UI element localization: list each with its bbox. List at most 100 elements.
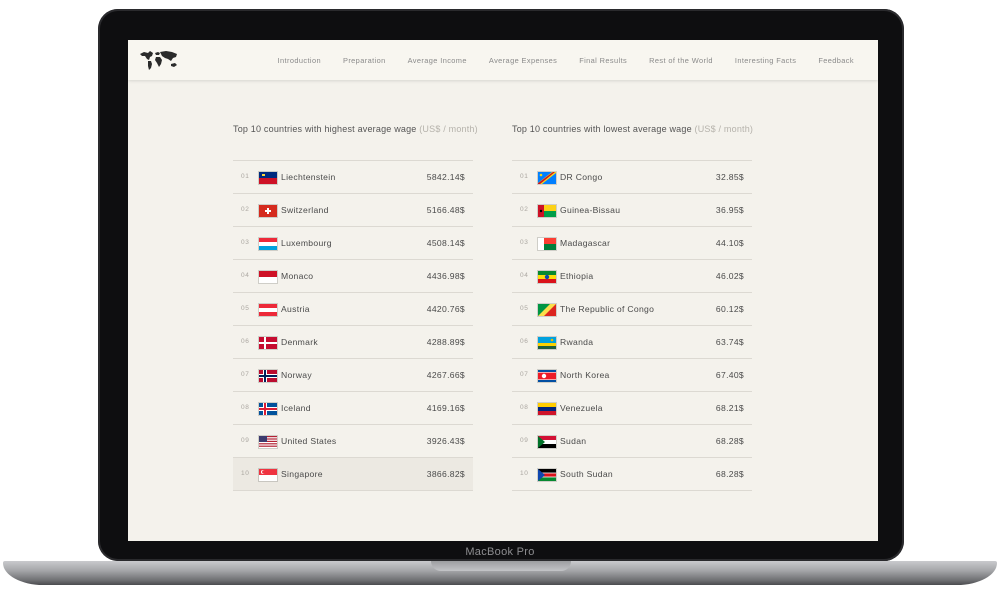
rank: 10 xyxy=(241,470,250,477)
table-row[interactable]: 03 Luxembourg 4508.14$ xyxy=(233,227,473,260)
wage-value: 4420.76$ xyxy=(426,304,465,314)
rank: 04 xyxy=(241,272,250,279)
country-name: Sudan xyxy=(560,436,587,446)
rank: 02 xyxy=(520,206,529,213)
switzerland-flag-icon xyxy=(258,204,278,218)
country-name: Luxembourg xyxy=(281,238,332,248)
nav-average-expenses[interactable]: Average Expenses xyxy=(489,56,557,65)
table-row[interactable]: 08 Iceland 4169.16$ xyxy=(233,392,473,425)
republic-of-congo-flag-icon xyxy=(537,303,557,317)
wage-value: 3866.82$ xyxy=(426,469,465,479)
table-row[interactable]: 10 South Sudan 68.28$ xyxy=(512,458,752,491)
liechtenstein-flag-icon xyxy=(258,171,278,185)
rank: 09 xyxy=(241,437,250,444)
lowest-wage-table: 01 DR Congo 32.85$ 02 Guinea-Bissau 36.9… xyxy=(512,160,752,491)
nav-introduction[interactable]: Introduction xyxy=(278,56,321,65)
world-map-icon[interactable] xyxy=(138,49,180,71)
wage-value: 32.85$ xyxy=(715,172,744,182)
ethiopia-flag-icon xyxy=(537,270,557,284)
rank: 07 xyxy=(520,371,529,378)
table-row[interactable]: 02 Switzerland 5166.48$ xyxy=(233,194,473,227)
rank: 04 xyxy=(520,272,529,279)
wage-value: 4508.14$ xyxy=(426,238,465,248)
table-row[interactable]: 10 Singapore 3866.82$ xyxy=(233,458,473,491)
table-row[interactable]: 08 Venezuela 68.21$ xyxy=(512,392,752,425)
wage-value: 4436.98$ xyxy=(426,271,465,281)
table-row[interactable]: 05 Austria 4420.76$ xyxy=(233,293,473,326)
wage-value: 3926.43$ xyxy=(426,436,465,446)
nav-average-income[interactable]: Average Income xyxy=(408,56,467,65)
country-name: Denmark xyxy=(281,337,318,347)
wage-value: 68.28$ xyxy=(715,469,744,479)
highest-wage-panel: Top 10 countries with highest average wa… xyxy=(233,124,478,491)
wage-value: 60.12$ xyxy=(715,304,744,314)
laptop-label: MacBook Pro xyxy=(465,546,535,558)
wage-value: 4169.16$ xyxy=(426,403,465,413)
country-name: Rwanda xyxy=(560,337,594,347)
table-row[interactable]: 09 United States 3926.43$ xyxy=(233,425,473,458)
madagascar-flag-icon xyxy=(537,237,557,251)
table-row[interactable]: 01 Liechtenstein 5842.14$ xyxy=(233,161,473,194)
country-name: DR Congo xyxy=(560,172,603,182)
venezuela-flag-icon xyxy=(537,402,557,416)
wage-value: 67.40$ xyxy=(715,370,744,380)
wage-value: 5166.48$ xyxy=(426,205,465,215)
united-states-flag-icon xyxy=(258,435,278,449)
table-row[interactable]: 07 North Korea 67.40$ xyxy=(512,359,752,392)
norway-flag-icon xyxy=(258,369,278,383)
rank: 10 xyxy=(520,470,529,477)
table-row[interactable]: 07 Norway 4267.66$ xyxy=(233,359,473,392)
luxembourg-flag-icon xyxy=(258,237,278,251)
rank: 09 xyxy=(520,437,529,444)
top-nav: Introduction Preparation Average Income … xyxy=(128,40,878,80)
nav-feedback[interactable]: Feedback xyxy=(818,56,854,65)
sudan-flag-icon xyxy=(537,435,557,449)
wage-value: 5842.14$ xyxy=(426,172,465,182)
rank: 08 xyxy=(520,404,529,411)
rwanda-flag-icon xyxy=(537,336,557,350)
wage-value: 68.28$ xyxy=(715,436,744,446)
guinea-bissau-flag-icon xyxy=(537,204,557,218)
country-name: Singapore xyxy=(281,469,323,479)
table-row[interactable]: 05 The Republic of Congo 60.12$ xyxy=(512,293,752,326)
nav-preparation[interactable]: Preparation xyxy=(343,56,386,65)
table-row[interactable]: 04 Monaco 4436.98$ xyxy=(233,260,473,293)
wage-value: 36.95$ xyxy=(715,205,744,215)
country-name: Ethiopia xyxy=(560,271,594,281)
rank: 05 xyxy=(520,305,529,312)
rank: 01 xyxy=(241,173,250,180)
wage-value: 44.10$ xyxy=(715,238,744,248)
table-row[interactable]: 03 Madagascar 44.10$ xyxy=(512,227,752,260)
country-name: Monaco xyxy=(281,271,314,281)
nav-links: Introduction Preparation Average Income … xyxy=(256,40,854,80)
highest-wage-title: Top 10 countries with highest average wa… xyxy=(233,124,478,134)
monaco-flag-icon xyxy=(258,270,278,284)
table-row[interactable]: 09 Sudan 68.28$ xyxy=(512,425,752,458)
table-row[interactable]: 06 Rwanda 63.74$ xyxy=(512,326,752,359)
rank: 06 xyxy=(241,338,250,345)
lowest-wage-title: Top 10 countries with lowest average wag… xyxy=(512,124,754,134)
highest-wage-table: 01 Liechtenstein 5842.14$ 02 Switzerland… xyxy=(233,160,473,491)
rank: 03 xyxy=(241,239,250,246)
nav-rest-of-the-world[interactable]: Rest of the World xyxy=(649,56,713,65)
table-row[interactable]: 06 Denmark 4288.89$ xyxy=(233,326,473,359)
country-name: Liechtenstein xyxy=(281,172,336,182)
country-name: North Korea xyxy=(560,370,610,380)
rank: 08 xyxy=(241,404,250,411)
laptop-notch xyxy=(431,561,571,571)
table-row[interactable]: 02 Guinea-Bissau 36.95$ xyxy=(512,194,752,227)
country-name: Switzerland xyxy=(281,205,329,215)
screen: Introduction Preparation Average Income … xyxy=(128,40,878,541)
rank: 02 xyxy=(241,206,250,213)
singapore-flag-icon xyxy=(258,468,278,482)
nav-interesting-facts[interactable]: Interesting Facts xyxy=(735,56,796,65)
country-name: The Republic of Congo xyxy=(560,304,655,314)
country-name: Iceland xyxy=(281,403,311,413)
table-row[interactable]: 04 Ethiopia 46.02$ xyxy=(512,260,752,293)
wage-value: 46.02$ xyxy=(715,271,744,281)
rank: 05 xyxy=(241,305,250,312)
rank: 01 xyxy=(520,173,529,180)
table-row[interactable]: 01 DR Congo 32.85$ xyxy=(512,161,752,194)
rank: 06 xyxy=(520,338,529,345)
nav-final-results[interactable]: Final Results xyxy=(579,56,627,65)
